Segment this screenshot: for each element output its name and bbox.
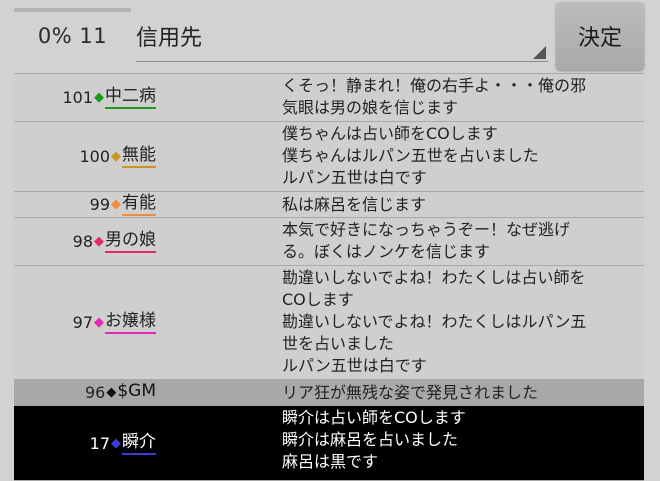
log-number: 101 (62, 88, 93, 107)
log-speaker: 97 ◆ お嬢様 (14, 266, 156, 379)
log-speaker: 96 ◆ $GM (14, 380, 156, 405)
log-number: 98 (72, 232, 93, 251)
log-number: 99 (89, 195, 110, 214)
speaker-label: 96 ◆ $GM (85, 381, 156, 404)
log-message: 本気で好きになっちゃうぞー！なぜ逃げ る。ぼくはノンケを信じます (282, 220, 571, 261)
log-row: 97 ◆ お嬢様 勘違いしないでよね！わたくしは占い師を COします 勘違いしないでよ… (14, 266, 644, 380)
log-row: 101 ◆ 中二病 くそっ！静まれ！俺の右手よ・・・俺の邪 気眼は男の娘を信じます (14, 74, 644, 122)
log-speaker: 98 ◆ 男の娘 (14, 218, 156, 265)
speaker-label: 97 ◆ お嬢様 (73, 311, 156, 334)
diamond-icon: ◆ (94, 315, 104, 330)
log-speaker: 17 ◆ 瞬介 (14, 406, 156, 480)
progress-text: 0% 11 (37, 24, 108, 48)
log-row: 17 ◆ 瞬介 瞬介は占い師をCOします 瞬介は麻呂を占いました 麻呂は黒です (14, 406, 644, 481)
chat-log[interactable]: 101 ◆ 中二病 くそっ！静まれ！俺の右手よ・・・俺の邪 気眼は男の娘を信じます 10… (14, 73, 644, 481)
log-message: 私は麻呂を信じます (282, 194, 427, 214)
dropdown-corner-icon (533, 46, 546, 59)
decide-button[interactable]: 決定 (556, 2, 644, 70)
diamond-icon: ◆ (94, 90, 104, 105)
player-name[interactable]: $GM (117, 381, 156, 404)
log-number: 100 (79, 147, 110, 166)
log-row: 99 ◆ 有能 私は麻呂を信じます (14, 192, 644, 218)
log-row: 98 ◆ 男の娘 本気で好きになっちゃうぞー！なぜ逃げ る。ぼくはノンケを信じます (14, 218, 644, 266)
log-number: 17 (89, 433, 110, 453)
log-message: リア狂が無残な姿で発見されました (282, 382, 539, 402)
diamond-icon: ◆ (111, 197, 121, 212)
diamond-icon: ◆ (111, 435, 121, 451)
log-speaker: 99 ◆ 有能 (14, 192, 156, 217)
diamond-icon: ◆ (94, 234, 104, 249)
player-name[interactable]: 男の娘 (105, 230, 156, 253)
log-message: 僕ちゃんは占い師をCOします 僕ちゃんはルパン五世を占いました ルパン五世は白で… (282, 124, 539, 187)
log-number: 96 (84, 383, 106, 402)
progress-bar (14, 8, 131, 12)
log-message: くそっ！静まれ！俺の右手よ・・・俺の邪 気眼は男の娘を信じます (282, 76, 587, 117)
player-name[interactable]: 無能 (122, 145, 156, 168)
trust-target-label: 信用先 (136, 26, 203, 51)
speaker-label: 17 ◆ 瞬介 (90, 432, 156, 455)
log-message: 勘違いしないでよね！わたくしは占い師を COします 勘違いしないでよね！わたくし… (282, 268, 587, 375)
log-message: 瞬介は占い師をCOします 瞬介は麻呂を占いました 麻呂は黒です (282, 408, 466, 471)
diamond-icon: ◆ (106, 385, 117, 400)
player-name[interactable]: 瞬介 (122, 432, 156, 455)
speaker-label: 101 ◆ 中二病 (62, 86, 156, 109)
speaker-label: 100 ◆ 無能 (79, 145, 156, 168)
log-row: 100 ◆ 無能 僕ちゃんは占い師をCOします 僕ちゃんはルパン五世を占いました ルパ… (14, 122, 644, 192)
trust-target-select[interactable]: 信用先 (136, 14, 548, 62)
log-speaker: 101 ◆ 中二病 (14, 74, 156, 121)
player-name[interactable]: 有能 (122, 193, 156, 216)
diamond-icon: ◆ (111, 149, 121, 164)
speaker-label: 98 ◆ 男の娘 (73, 230, 156, 253)
log-row: 96 ◆ $GM リア狂が無残な姿で発見されました (14, 380, 644, 406)
player-name[interactable]: 中二病 (105, 86, 156, 109)
log-speaker: 100 ◆ 無能 (14, 122, 156, 191)
speaker-label: 99 ◆ 有能 (90, 193, 156, 216)
log-number: 97 (72, 313, 93, 332)
player-name[interactable]: お嬢様 (105, 311, 156, 334)
top-bar: 0% 11 信用先 決定 (0, 0, 660, 72)
